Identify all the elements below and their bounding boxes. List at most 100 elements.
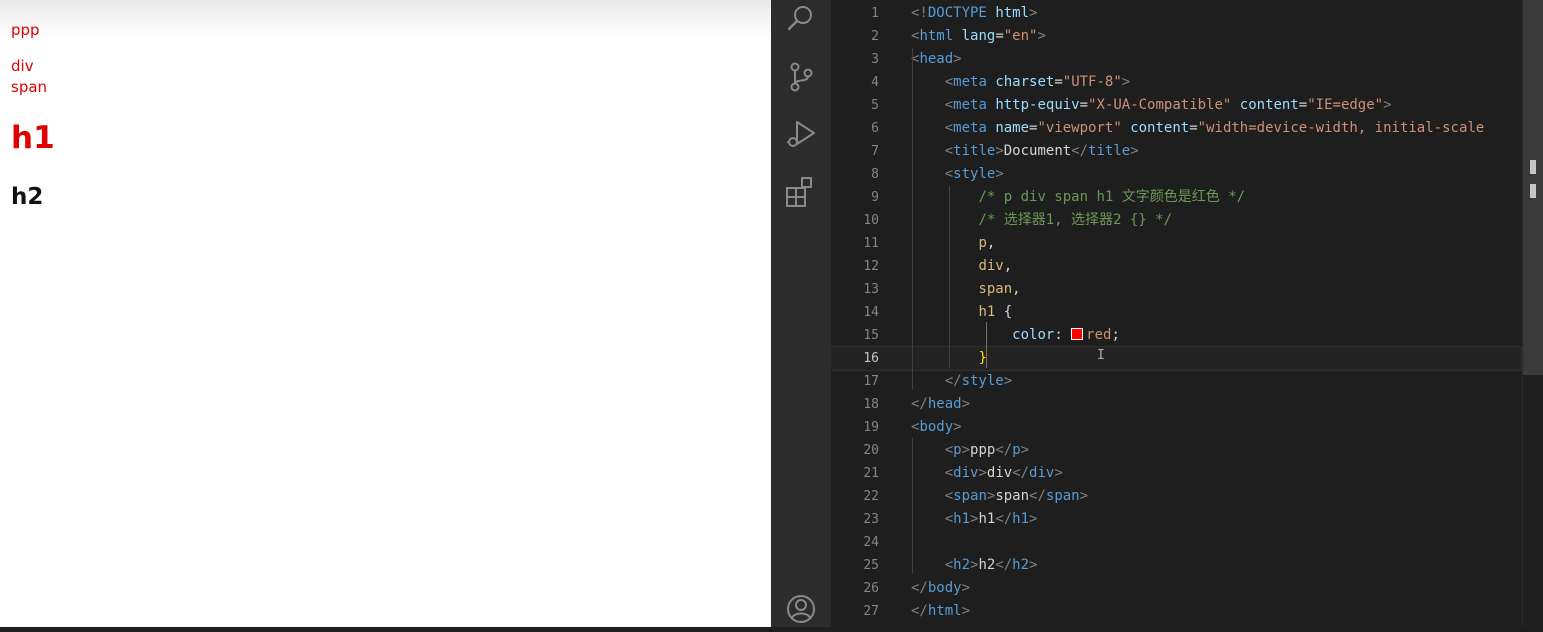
- code-token: =: [1189, 120, 1198, 136]
- preview-div: div: [11, 57, 34, 75]
- code-line[interactable]: 20 <p>ppp</p>: [831, 439, 1521, 462]
- line-number: 16: [863, 351, 879, 366]
- code-line[interactable]: 16 }: [831, 346, 1522, 371]
- preview-top-shade: [0, 0, 771, 38]
- vertical-scrollbar[interactable]: [1522, 0, 1543, 627]
- code-token: </: [1029, 488, 1046, 504]
- code-token: <: [944, 166, 954, 182]
- code-text: </body>: [911, 577, 970, 600]
- line-number: 18: [863, 397, 879, 412]
- line-number: 11: [863, 236, 879, 251]
- code-line[interactable]: 21 <div>div</div>: [831, 462, 1521, 485]
- source-control-icon[interactable]: [783, 58, 819, 94]
- code-token: <!: [911, 5, 928, 21]
- line-number: 17: [863, 374, 879, 389]
- run-debug-icon[interactable]: [783, 116, 819, 152]
- activity-bar: [771, 0, 831, 627]
- code-line[interactable]: 23 <h1>h1</h1>: [831, 508, 1521, 531]
- code-token: h2: [1012, 557, 1030, 573]
- code-line[interactable]: 5 <meta http-equiv="X-UA-Compatible" con…: [831, 94, 1521, 117]
- code-token: span: [978, 281, 1013, 297]
- search-icon[interactable]: [783, 0, 819, 36]
- code-token: span: [953, 488, 987, 504]
- line-number: 6: [871, 121, 879, 136]
- code-token: head: [927, 396, 962, 412]
- code-line[interactable]: 18 </head>: [831, 393, 1521, 416]
- preview-paragraph: ppp: [11, 21, 40, 39]
- line-number: 5: [871, 98, 879, 113]
- code-line[interactable]: 19 <body>: [831, 416, 1521, 439]
- code-line[interactable]: 9 /* p div span h1 文字颜色是红色 */: [831, 186, 1521, 209]
- line-number: 8: [871, 167, 879, 182]
- code-line[interactable]: 24: [831, 531, 1521, 554]
- mouse-ibeam-cursor: I: [1097, 348, 1105, 363]
- line-number: 27: [863, 604, 879, 619]
- code-token: "IE=edge": [1307, 97, 1384, 113]
- code-token: >: [961, 580, 971, 596]
- code-token: http-equiv: [995, 97, 1080, 113]
- code-token: >: [1130, 143, 1139, 159]
- code-line[interactable]: 15 color: red;: [831, 324, 1521, 347]
- extensions-icon[interactable]: [783, 175, 819, 211]
- code-token: </: [1012, 465, 1030, 481]
- code-token: :: [1054, 327, 1072, 343]
- code-editor[interactable]: 1 <!DOCTYPE html> 2 <html lang="en"> 3 <head>…: [831, 0, 1543, 627]
- code-line[interactable]: 11 p,: [831, 232, 1521, 255]
- code-token: <: [944, 120, 954, 136]
- code-token: red: [1086, 327, 1112, 343]
- code-text: <body>: [911, 416, 962, 439]
- code-token: "UTF-8": [1062, 74, 1122, 90]
- code-token: Document: [1003, 143, 1072, 159]
- code-token: html: [995, 5, 1030, 21]
- line-number: 10: [863, 213, 879, 228]
- color-swatch[interactable]: [1071, 328, 1084, 340]
- code-token: >: [953, 419, 962, 435]
- code-token: body: [919, 419, 954, 435]
- code-token: /* p div span h1 文字颜色是红色 */: [978, 189, 1246, 205]
- code-token: style: [961, 373, 1004, 389]
- code-line[interactable]: 13 span,: [831, 278, 1521, 301]
- code-token: h1: [978, 304, 996, 320]
- code-token: <: [944, 465, 954, 481]
- code-token: <: [944, 74, 954, 90]
- code-line[interactable]: 7 <title>Document</title>: [831, 140, 1521, 163]
- code-line[interactable]: 26 </body>: [831, 577, 1521, 600]
- code-line[interactable]: 12 div,: [831, 255, 1521, 278]
- code-line[interactable]: 4 <meta charset="UTF-8">: [831, 71, 1521, 94]
- indent-guide-active: [986, 322, 987, 368]
- code-line[interactable]: 14 h1 {: [831, 301, 1521, 324]
- code-token: html: [919, 28, 954, 44]
- code-token: p: [1012, 442, 1021, 458]
- code-token: body: [927, 580, 962, 596]
- code-line[interactable]: 1 <!DOCTYPE html>: [831, 2, 1521, 25]
- code-line[interactable]: 22 <span>span</span>: [831, 485, 1521, 508]
- code-line[interactable]: 10 /* 选择器1, 选择器2 {} */: [831, 209, 1521, 232]
- code-line[interactable]: 17 </style>: [831, 370, 1521, 393]
- code-token: </: [911, 603, 928, 619]
- code-token: charset: [995, 74, 1055, 90]
- code-line[interactable]: 3 <head>: [831, 48, 1521, 71]
- code-line[interactable]: 2 <html lang="en">: [831, 25, 1521, 48]
- code-token: ,: [1012, 281, 1021, 297]
- code-text: h1 {: [911, 301, 1012, 324]
- code-token: >: [1383, 97, 1392, 113]
- code-line[interactable]: 25 <h2>h2</h2>: [831, 554, 1521, 577]
- line-number: 4: [871, 75, 879, 90]
- code-token: "X-UA-Compatible": [1088, 97, 1232, 113]
- indent-guide: [949, 186, 950, 368]
- code-token: <: [944, 97, 954, 113]
- account-icon[interactable]: [783, 591, 819, 627]
- code-line[interactable]: 27 </html>: [831, 600, 1521, 623]
- code-text: <meta charset="UTF-8">: [911, 71, 1131, 94]
- code-token: =: [1079, 97, 1089, 113]
- code-token: ppp: [970, 442, 996, 458]
- code-token: </: [995, 511, 1013, 527]
- code-token: </: [995, 442, 1013, 458]
- code-token: title: [953, 143, 996, 159]
- code-line[interactable]: 6 <meta name="viewport" content="width=d…: [831, 117, 1521, 140]
- code-line[interactable]: 8 <style>: [831, 163, 1521, 186]
